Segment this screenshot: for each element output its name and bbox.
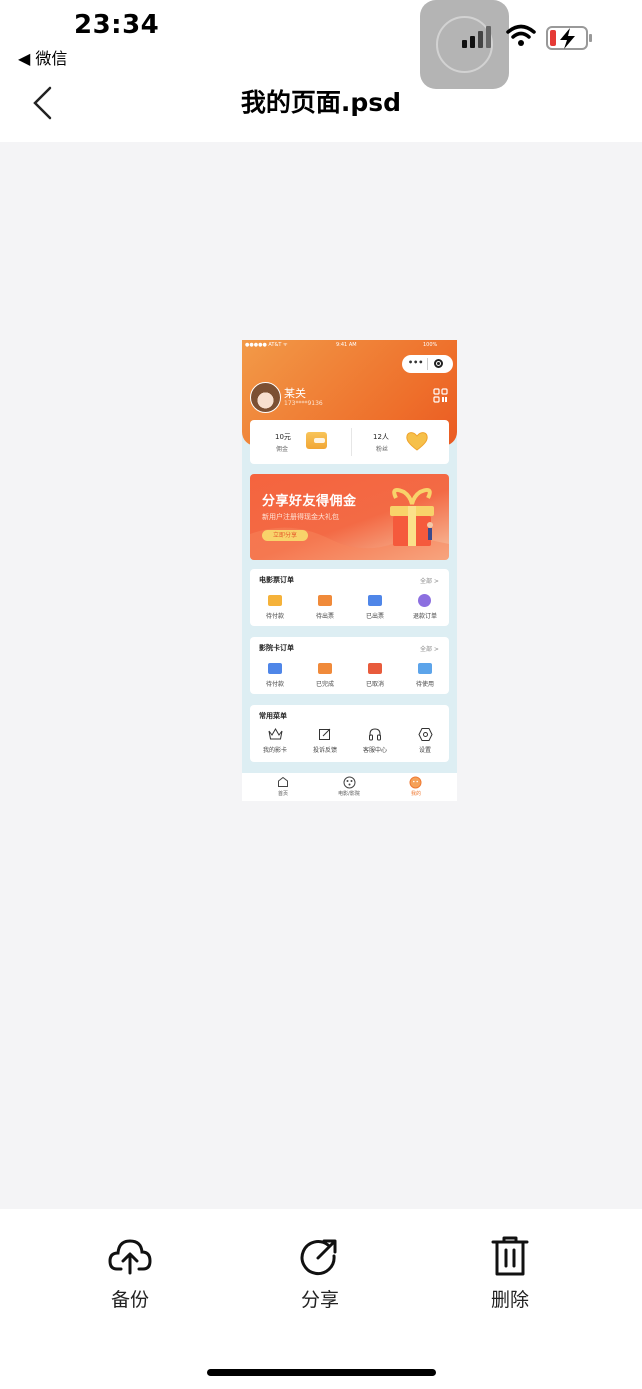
share-button[interactable]: 分享 — [280, 1233, 360, 1313]
share-label: 分享 — [300, 1289, 339, 1311]
menu-item-label: 设置 — [418, 747, 431, 754]
view-all-link: 全部 > — [420, 578, 439, 585]
card-title: 影院卡订单 — [259, 644, 294, 652]
close-target-icon — [434, 359, 443, 368]
user-phone: 173****9136 — [284, 400, 323, 407]
user-name: 某关 — [284, 387, 306, 400]
preview-time: 9:41 AM — [336, 342, 357, 348]
share-arrow-icon — [300, 1239, 337, 1276]
more-dots-icon: ••• — [408, 358, 424, 367]
psd-preview-image[interactable]: ●●●●● AT&T ᯤ 9:41 AM 100% ••• 某关 173****… — [242, 340, 457, 801]
mini-program-capsule: ••• — [402, 355, 453, 373]
order-item-label: 待付款 — [265, 613, 284, 620]
edit-feedback-icon — [319, 728, 331, 740]
stats-divider — [351, 428, 352, 456]
fans-label: 粉丝 — [376, 446, 389, 453]
stats-card: 10元 佣金 12人 粉丝 — [250, 420, 449, 464]
order-item-label: 已完成 — [315, 681, 334, 688]
mine-tab-icon — [409, 776, 422, 789]
card-title: 电影票订单 — [259, 576, 294, 584]
battery-charging-icon — [546, 26, 592, 50]
commission-value: 10元 — [275, 433, 291, 441]
preview-carrier: ●●●●● AT&T ᯤ — [245, 342, 288, 348]
share-banner: 分享好友得佣金 新用户注册得现金大礼包 立即分享 — [250, 474, 449, 560]
cancelled-icon — [368, 663, 382, 674]
capsule-divider — [427, 358, 428, 370]
trash-icon — [491, 1236, 529, 1276]
to-use-icon — [418, 663, 432, 674]
crown-icon — [268, 728, 283, 740]
banner-title: 分享好友得佣金 — [262, 494, 357, 509]
qr-code-icon — [433, 388, 448, 403]
film-reel-icon — [343, 776, 356, 789]
card-title: 常用菜单 — [259, 712, 287, 720]
order-item-label: 已出票 — [365, 613, 384, 620]
gift-box-icon — [390, 488, 434, 546]
banner-subtitle: 新用户注册得现金大礼包 — [262, 513, 339, 521]
cinema-card-orders-card: 影院卡订单 全部 > 待付款 已完成 已取消 待使用 — [250, 637, 449, 694]
bottom-toolbar: 备份 分享 删除 — [0, 1209, 642, 1389]
pending-payment-icon — [268, 663, 282, 674]
completed-icon — [318, 663, 332, 674]
cloud-upload-icon — [108, 1239, 152, 1275]
headset-icon — [369, 728, 381, 741]
back-to-wechat-link[interactable]: ◀ 微信 — [18, 45, 67, 69]
settings-icon — [418, 728, 433, 741]
common-menu-card: 常用菜单 我的影卡 投诉反馈 客服中心 设置 — [250, 705, 449, 762]
page-title: 我的页面.psd — [240, 88, 402, 117]
fans-value: 12人 — [373, 433, 389, 441]
order-item-label: 待付款 — [265, 681, 284, 688]
tab-movie-cinema: 电影/影院 — [338, 791, 360, 797]
delete-label: 删除 — [490, 1289, 529, 1311]
pending-ticket-icon — [318, 595, 332, 606]
order-item-label: 待使用 — [415, 681, 434, 688]
menu-item-label: 我的影卡 — [262, 747, 287, 754]
order-item-label: 已取消 — [365, 681, 384, 688]
wallet-icon — [306, 432, 327, 449]
order-item-label: 退款订单 — [412, 613, 437, 620]
home-tab-icon — [278, 776, 288, 787]
signal-icon — [462, 26, 491, 48]
share-now-button: 立即分享 — [262, 530, 308, 541]
avatar — [250, 382, 281, 413]
tab-mine: 我的 — [410, 791, 421, 797]
wifi-icon — [506, 24, 536, 46]
issued-ticket-icon — [368, 595, 382, 606]
menu-item-label: 投诉反馈 — [312, 747, 337, 754]
pending-payment-icon — [268, 595, 282, 606]
commission-label: 佣金 — [276, 446, 289, 453]
backup-label: 备份 — [110, 1289, 149, 1311]
preview-tab-bar: 首页 电影/影院 我的 — [242, 773, 457, 801]
heart-icon — [406, 432, 428, 451]
delete-button[interactable]: 删除 — [470, 1233, 550, 1313]
menu-item-label: 客服中心 — [362, 747, 387, 754]
movie-ticket-orders-card: 电影票订单 全部 > 待付款 待出票 已出票 退款订单 — [250, 569, 449, 626]
view-all-link: 全部 > — [420, 646, 439, 653]
preview-battery: 100% — [423, 342, 438, 348]
status-time: 23:34 — [74, 10, 160, 40]
tab-home: 首页 — [277, 791, 288, 797]
order-item-label: 待出票 — [315, 613, 334, 620]
home-indicator[interactable] — [207, 1369, 436, 1376]
refund-icon — [418, 594, 431, 607]
backup-button[interactable]: 备份 — [90, 1233, 170, 1313]
